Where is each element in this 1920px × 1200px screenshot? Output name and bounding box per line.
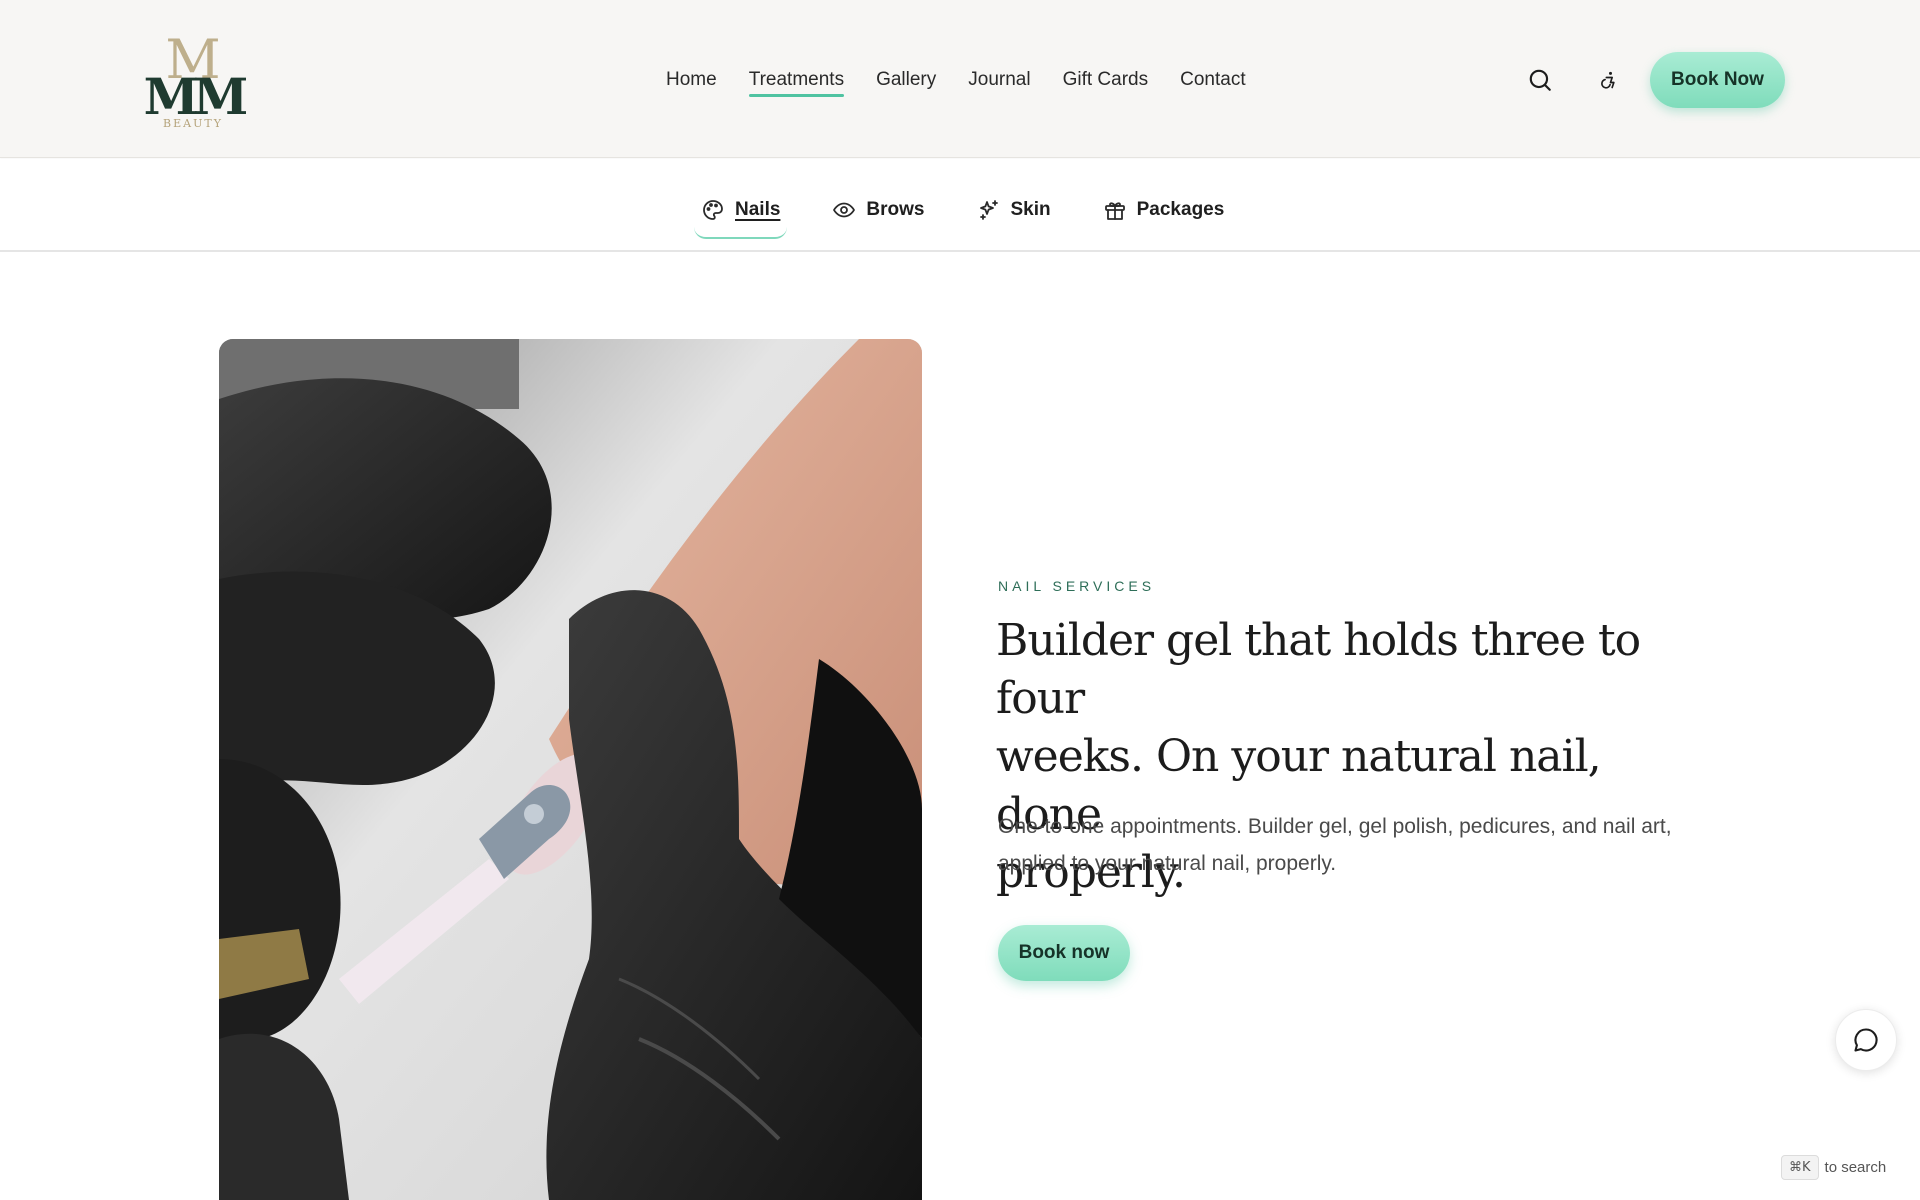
- logo-subtext: BEAUTY: [163, 117, 223, 130]
- chat-button[interactable]: [1835, 1009, 1897, 1071]
- section-eyebrow: NAIL SERVICES: [998, 578, 1156, 594]
- tab-brows-label: Brows: [866, 199, 925, 220]
- nav-gallery[interactable]: Gallery: [876, 67, 936, 93]
- nav-home[interactable]: Home: [666, 67, 717, 93]
- nav-gift-cards[interactable]: Gift Cards: [1063, 67, 1149, 93]
- gift-icon: [1103, 198, 1127, 222]
- tab-nails[interactable]: Nails: [693, 187, 788, 239]
- headline-line-1: Builder gel that holds three to four: [996, 615, 1641, 724]
- eye-icon: [832, 198, 856, 222]
- sparkles-icon: [977, 198, 1001, 222]
- accessibility-icon: [1601, 71, 1615, 89]
- tab-brows[interactable]: Brows: [827, 187, 929, 233]
- main-nav: Home Treatments Gallery Journal Gift Car…: [666, 67, 1246, 97]
- search-shortcut-hint[interactable]: ⌘K to search: [1781, 1152, 1886, 1182]
- tab-nails-label: Nails: [735, 199, 781, 220]
- tab-packages-label: Packages: [1136, 199, 1225, 220]
- tab-skin[interactable]: Skin: [972, 187, 1056, 233]
- nav-treatments[interactable]: Treatments: [748, 67, 845, 97]
- chat-bubble-icon: [1854, 1028, 1878, 1052]
- nav-contact[interactable]: Contact: [1180, 67, 1245, 93]
- search-button[interactable]: [1524, 64, 1556, 96]
- search-icon: [1529, 69, 1551, 91]
- site-header: M MM BEAUTY Home Treatments Gallery Jour…: [0, 0, 1920, 158]
- palette-icon: [701, 198, 725, 222]
- treatment-tabs: Nails Brows Skin Packages: [0, 159, 1920, 252]
- accessibility-button[interactable]: [1592, 64, 1624, 96]
- nav-journal[interactable]: Journal: [968, 67, 1030, 93]
- book-now-cta-button[interactable]: Book now: [998, 925, 1130, 981]
- tab-packages[interactable]: Packages: [1098, 187, 1230, 233]
- book-now-button[interactable]: Book Now: [1650, 52, 1785, 108]
- shortcut-key: ⌘K: [1781, 1154, 1819, 1180]
- tab-skin-label: Skin: [1010, 199, 1051, 220]
- hero-description: One-to-one appointments. Builder gel, ge…: [998, 815, 1672, 875]
- nail-application-photo: [219, 339, 922, 1200]
- brand-logo[interactable]: M MM BEAUTY: [138, 28, 248, 130]
- shortcut-text: to search: [1824, 1158, 1887, 1176]
